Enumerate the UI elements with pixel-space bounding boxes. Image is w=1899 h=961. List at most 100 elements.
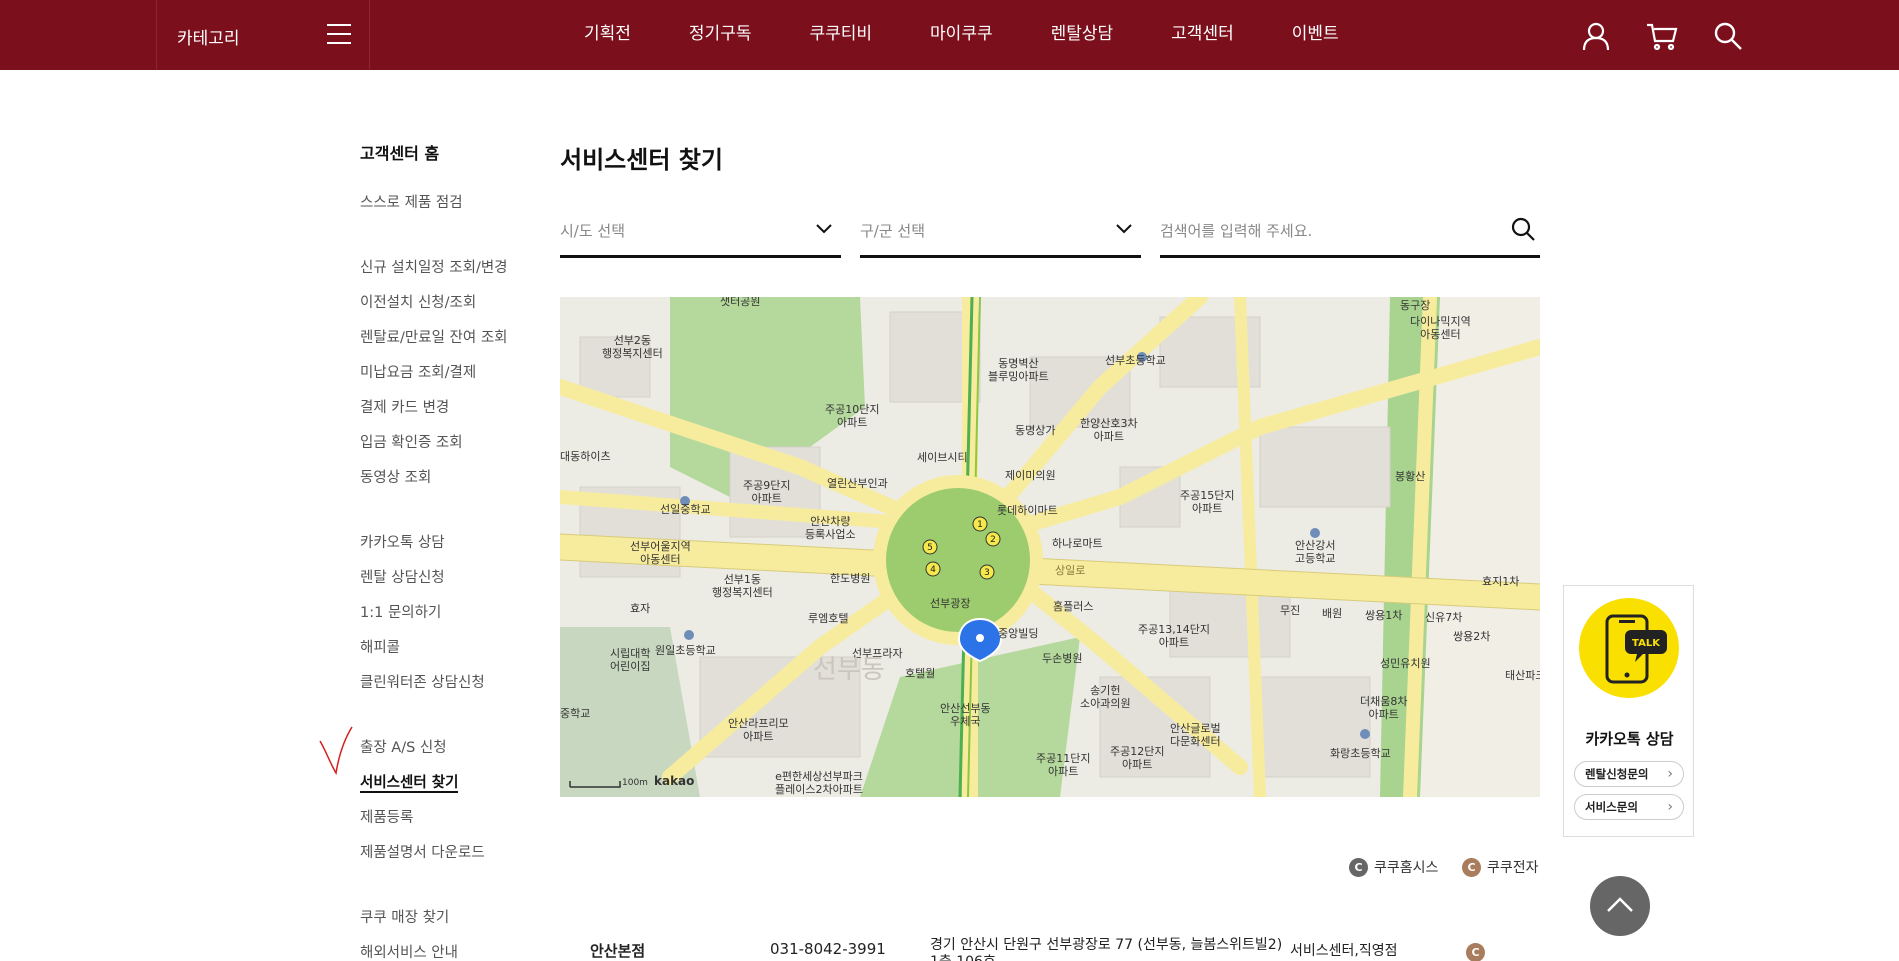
sidebar-item-customer-home[interactable]: 고객센터 홈 — [360, 140, 560, 164]
handwritten-check-mark — [319, 726, 353, 776]
center-name[interactable]: 안산본점 — [590, 940, 645, 961]
center-address-detail: 1층 106호 — [930, 951, 996, 961]
map-label: 안산차량 등록사업소 — [805, 515, 856, 541]
sidebar-item-kakao-consult[interactable]: 카카오톡 상담 — [360, 532, 560, 567]
search-field[interactable] — [1160, 208, 1540, 258]
search-icon[interactable] — [1510, 216, 1536, 242]
map-area-label: 선부동 — [813, 655, 885, 685]
sidebar-item-product-register[interactable]: 제품등록 — [360, 807, 560, 842]
sido-select[interactable]: 시/도 선택 — [560, 208, 841, 258]
map-label: 선부1동 행정복지센터 — [712, 573, 773, 599]
sidebar-item-manual-download[interactable]: 제품설명서 다운로드 — [360, 842, 560, 877]
map-label: 태산파크 — [1505, 669, 1540, 682]
nav-item-exhibition[interactable]: 기획전 — [555, 0, 660, 70]
chevron-up-icon — [1607, 897, 1633, 912]
hamburger-menu-icon[interactable] — [327, 24, 351, 44]
sidebar-item-self-check[interactable]: 스스로 제품 점검 — [360, 192, 560, 227]
sidebar-item-relocation[interactable]: 이전설치 신청/조회 — [360, 292, 560, 327]
legend-label: 쿠쿠홈시스 — [1374, 860, 1439, 876]
map-label: 선부2동 행정복지센터 — [602, 334, 663, 360]
legend-label: 쿠쿠전자 — [1487, 860, 1539, 876]
map-label: 한도병원 — [830, 572, 871, 585]
sidebar-group: 출장 A/S 신청 서비스센터 찾기 제품등록 제품설명서 다운로드 — [360, 737, 560, 877]
map-label: 신유7차 — [1425, 611, 1463, 624]
sidebar-item-service-center[interactable]: 서비스센터 찾기 — [360, 772, 560, 807]
brand-c-icon: C — [1462, 857, 1481, 877]
category-menu[interactable]: 카테고리 — [156, 0, 370, 70]
nav-item-rental-consult[interactable]: 렌탈상담 — [1022, 0, 1143, 70]
sidebar-item-rental-request[interactable]: 렌탈 상담신청 — [360, 567, 560, 602]
sidebar-item-video[interactable]: 동영상 조회 — [360, 467, 560, 502]
service-inquiry-button[interactable]: 서비스문의 — [1574, 794, 1684, 820]
map-label: 루엠호텔 — [808, 612, 849, 625]
svg-text:2: 2 — [990, 535, 996, 545]
map-label: 더채움8차 아파트 — [1360, 695, 1408, 721]
kakao-talk-title: 카카오톡 상담 — [1585, 730, 1674, 748]
cart-icon[interactable] — [1646, 20, 1678, 52]
map-label: 봉황산 — [1395, 470, 1426, 483]
nav-item-customer-center[interactable]: 고객센터 — [1142, 0, 1263, 70]
map-label: 선부광장 — [930, 597, 971, 610]
gugun-select[interactable]: 구/군 선택 — [860, 208, 1141, 258]
sidebar-item-rental-fee[interactable]: 렌탈료/만료일 잔여 조회 — [360, 327, 560, 362]
map-label: 세이브시티 — [917, 451, 968, 464]
map-label: 성민유치원 — [1380, 657, 1431, 670]
scroll-to-top-button[interactable] — [1590, 876, 1650, 936]
map-label: 호텔월 — [905, 667, 936, 680]
map-label: 화랑초등학교 — [1330, 747, 1391, 760]
sidebar-item-install-schedule[interactable]: 신규 설치일정 조회/변경 — [360, 257, 560, 292]
map-label: 원일초등학교 — [655, 644, 716, 657]
map-label: 열린산부인과 — [827, 477, 888, 490]
map-label: 동명상가 — [1015, 424, 1056, 437]
sidebar-item-overseas-service[interactable]: 해외서비스 안내 — [360, 942, 560, 961]
map-scale-label: 100m — [622, 778, 648, 788]
map-canvas[interactable]: 1 2 3 4 5 — [560, 297, 1540, 797]
center-phone: 031-8042-3991 — [770, 940, 886, 958]
search-input[interactable] — [1160, 216, 1490, 246]
map-label: 배원 — [1322, 607, 1343, 620]
nav-item-my-cuckoo[interactable]: 마이쿠쿠 — [901, 0, 1022, 70]
map-label: 효지1차 — [1482, 575, 1520, 588]
sidebar-item-unpaid[interactable]: 미납요금 조회/결제 — [360, 362, 560, 397]
kakao-talk-icon[interactable]: TALK — [1579, 598, 1679, 698]
chevron-down-icon — [1116, 224, 1132, 234]
sidebar-item-deposit-receipt[interactable]: 입금 확인증 조회 — [360, 432, 560, 467]
map-label: 상일로 — [1055, 564, 1086, 577]
map-label: 선부어울지역 아동센터 — [630, 540, 691, 566]
search-icon[interactable] — [1712, 20, 1744, 52]
kakao-map-logo: kakao — [654, 774, 695, 788]
nav-item-event[interactable]: 이벤트 — [1263, 0, 1368, 70]
map-label: 송기헌 소아과의원 — [1080, 684, 1131, 710]
sidebar-item-as-request[interactable]: 출장 A/S 신청 — [360, 737, 560, 772]
sidebar-item-label: 서비스센터 찾기 — [360, 775, 459, 793]
svg-text:5: 5 — [927, 543, 933, 553]
map-label: 주공15단지 아파트 — [1180, 489, 1235, 515]
user-icon[interactable] — [1580, 20, 1612, 52]
brand-c-icon: C — [1349, 857, 1368, 877]
legend-cuckoo-homesys: C 쿠쿠홈시스 — [1349, 857, 1438, 877]
sidebar-item-card-change[interactable]: 결제 카드 변경 — [360, 397, 560, 432]
category-label[interactable]: 카테고리 — [177, 24, 240, 49]
sidebar-item-inquiry[interactable]: 1:1 문의하기 — [360, 602, 560, 637]
map-label: 선부초등학교 — [1105, 354, 1166, 367]
map-label: 대동하이츠 — [560, 450, 611, 463]
map-view[interactable]: 1 2 3 4 5 샛터공원 선부2동 행정복지센터 동명벽산 블루밍아파트 선… — [560, 297, 1540, 797]
map-label: 주공13,14단지 아파트 — [1138, 623, 1210, 649]
map-label: 선일중학교 — [660, 503, 711, 516]
sidebar-menu: 고객센터 홈 스스로 제품 점검 신규 설치일정 조회/변경 이전설치 신청/조… — [360, 140, 560, 961]
sidebar-item-clean-water[interactable]: 클린워터존 상담신청 — [360, 672, 560, 707]
map-label: 안산선부동 우체국 — [940, 702, 991, 728]
map-label: 동명벽산 블루밍아파트 — [988, 357, 1049, 383]
map-label: 안산라프리모 아파트 — [728, 717, 789, 743]
map-label: 중학교 — [560, 707, 591, 720]
map-label: 홈플러스 — [1053, 600, 1094, 613]
global-nav: 기획전 정기구독 쿠쿠티비 마이쿠쿠 렌탈상담 고객센터 이벤트 — [555, 0, 1368, 70]
rental-inquiry-button[interactable]: 렌탈신청문의 — [1574, 761, 1684, 787]
map-label: 쌍용2차 — [1453, 630, 1491, 643]
map-label: 주공11단지 아파트 — [1036, 752, 1091, 778]
sidebar-item-happy-call[interactable]: 해피콜 — [360, 637, 560, 672]
map-label: 중앙빌딩 — [998, 627, 1039, 640]
nav-item-cuckoo-tv[interactable]: 쿠쿠티비 — [780, 0, 901, 70]
sidebar-item-store-finder[interactable]: 쿠쿠 매장 찾기 — [360, 907, 560, 942]
nav-item-subscription[interactable]: 정기구독 — [660, 0, 781, 70]
